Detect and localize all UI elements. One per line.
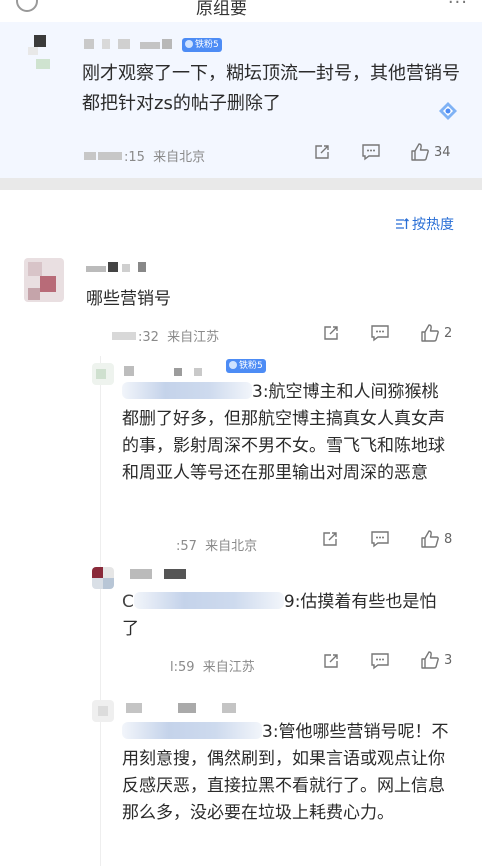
comment-button[interactable] [370, 530, 390, 548]
comment-meta: l:59 来自江苏 [170, 656, 255, 675]
share-button[interactable] [313, 143, 331, 161]
fan-level-badge: 铁粉5 [226, 359, 266, 373]
avatar[interactable] [92, 700, 114, 722]
share-icon [315, 145, 329, 159]
more-icon[interactable]: ··· [448, 0, 468, 13]
user-name[interactable] [126, 703, 256, 713]
like-count: 2 [444, 325, 453, 341]
comment-meta: :15 来自北京 [84, 146, 205, 165]
comment-button[interactable] [361, 143, 381, 161]
share-icon [324, 326, 338, 340]
avatar[interactable] [92, 363, 114, 385]
comment-location: 来自北京 [205, 539, 258, 554]
comment-icon [371, 531, 389, 548]
share-button[interactable] [322, 652, 340, 670]
page-title: 原组要 [196, 0, 247, 19]
section-divider [0, 178, 482, 190]
thumbs-up-icon [421, 324, 439, 342]
thumbs-up-icon [421, 530, 439, 548]
comment-text: 哪些营销号 [86, 289, 171, 309]
comment-icon [371, 653, 389, 670]
avatar[interactable] [92, 567, 114, 589]
share-icon [323, 532, 337, 546]
comment-location: 来自江苏 [202, 660, 255, 675]
share-icon [324, 654, 338, 668]
comment-time: l:59 [170, 660, 195, 675]
like-button[interactable]: 2 [420, 323, 452, 343]
reply-text: C 9:估摸着有些也是怕了 [122, 592, 437, 639]
comment-button[interactable] [370, 652, 390, 670]
reply-thread-line [100, 356, 101, 866]
user-name[interactable] [124, 366, 224, 376]
comment-button[interactable] [370, 324, 390, 342]
comment-text: 刚才观察了一下，糊坛顶流一封号，其他营销号都把针对zs的帖子删除了 [82, 63, 460, 114]
comment-icon [371, 325, 389, 342]
comment-location: 来自江苏 [167, 330, 220, 345]
like-button[interactable]: 3 [420, 650, 452, 670]
fan-level-badge: 铁粉5 [182, 38, 222, 52]
avatar[interactable] [24, 258, 64, 302]
share-button[interactable] [322, 324, 340, 342]
comment-icon [362, 144, 380, 161]
user-name[interactable] [130, 569, 200, 579]
back-icon[interactable] [16, 0, 38, 12]
sort-by-hot-button[interactable]: 按热度 [395, 214, 454, 234]
comment-time: :32 [138, 330, 159, 345]
like-button[interactable]: 34 [410, 142, 451, 162]
main-comment: 铁粉5 刚才观察了一下，糊坛顶流一封号，其他营销号都把针对zs的帖子删除了 :1… [0, 22, 482, 178]
like-count: 8 [444, 531, 453, 547]
comment-meta: :57 来自北京 [176, 535, 257, 554]
sort-icon [396, 218, 409, 229]
comment-time: :57 [176, 539, 197, 554]
thumbs-up-icon [421, 651, 439, 669]
top-bar: 原组要 ··· [0, 0, 482, 22]
user-name[interactable] [86, 262, 166, 272]
like-count: 3 [444, 652, 453, 668]
like-count: 34 [434, 144, 451, 160]
thumbs-up-icon [411, 143, 429, 161]
comment-meta: :32 来自江苏 [112, 326, 219, 345]
comment-location: 来自北京 [153, 150, 206, 165]
avatar[interactable] [26, 35, 60, 69]
like-button[interactable]: 8 [420, 529, 452, 549]
reply-text: 3:航空博主和人间猕猴桃都删了好多，但那航空博主搞真女人真女声的事，影射周深不男… [122, 382, 445, 483]
share-button[interactable] [321, 530, 339, 548]
comment-time: :15 [124, 150, 145, 165]
diamond-icon [439, 102, 457, 120]
user-name[interactable] [84, 39, 174, 49]
reply-text: 3:管他哪些营销号呢！不用刻意搜，偶然刷到，如果言语或观点让你反感厌恶，直接拉黑… [122, 722, 449, 823]
